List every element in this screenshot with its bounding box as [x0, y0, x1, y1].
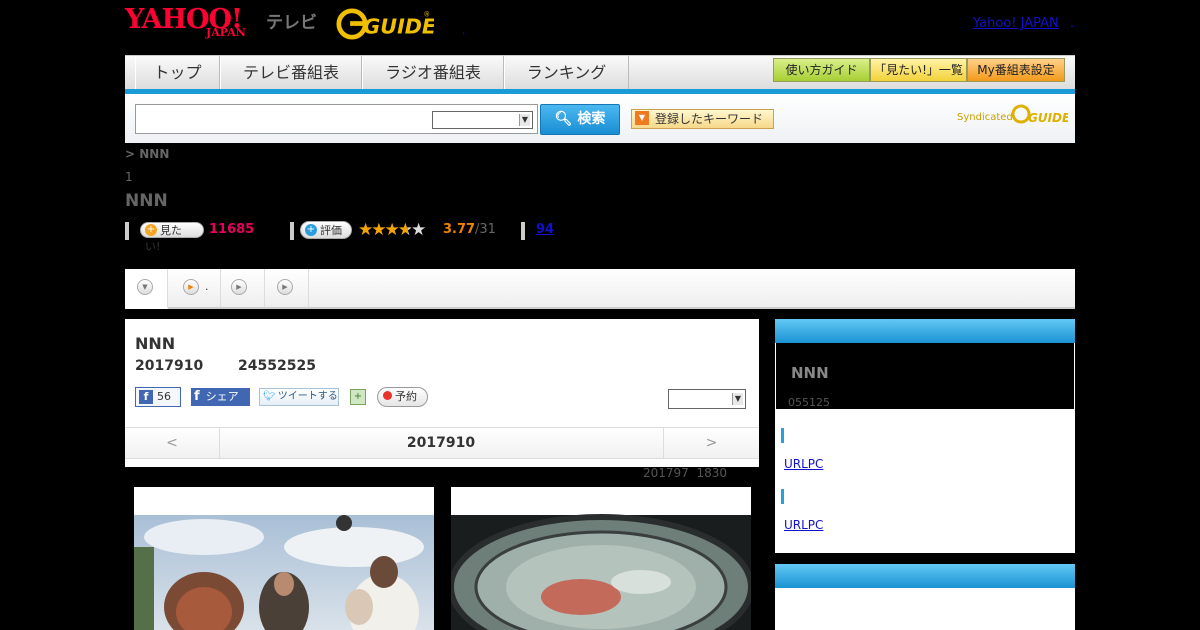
rating-count: /31: [475, 222, 496, 237]
previous-broadcast-date: 201797: [643, 466, 689, 480]
twitter-icon: 🐦︎: [263, 391, 276, 402]
star-half-icon: ★: [397, 220, 413, 240]
tweet-button[interactable]: 🐦︎ ツイートする: [259, 388, 339, 406]
facebook-share-label: シェア: [205, 390, 239, 403]
yahoo-japan-logo-sub: JAPAN: [206, 26, 246, 39]
card-title: NNN: [135, 334, 176, 353]
syndicated-g-text: GUIDE: [1028, 111, 1068, 125]
nav-ranking[interactable]: ランキング: [504, 56, 629, 90]
registered-keyword-label: 登録したキーワード: [655, 112, 764, 126]
divider: [125, 222, 129, 240]
pager-prev-button[interactable]: <: [125, 428, 220, 458]
registered-keyword-button[interactable]: ▼ 登録したキーワード: [631, 109, 774, 129]
chevron-down-icon: ▼: [519, 114, 530, 126]
rating-stars: ★★★★★: [358, 220, 426, 240]
facebook-icon: f: [194, 389, 200, 404]
nav-tv-schedule[interactable]: テレビ番組表: [220, 56, 362, 90]
pager-next-button[interactable]: >: [663, 428, 759, 458]
search-button-label: 検索: [577, 111, 606, 127]
tab-2-label: .: [205, 280, 209, 293]
tab-4[interactable]: ▶: [265, 269, 309, 307]
star-icon: ★: [371, 220, 386, 240]
facebook-share-button[interactable]: f シェア: [191, 388, 250, 406]
want-count: 11685: [209, 222, 255, 237]
chevron-down-icon: ▼: [732, 393, 743, 405]
related-link-1[interactable]: URLPC: [784, 457, 823, 471]
want-list-button[interactable]: 「見たい!」一覧: [870, 58, 967, 82]
breadcrumb: > NNN: [125, 147, 170, 161]
previous-broadcast-time: 1830: [696, 466, 727, 480]
second-panel-header: [775, 564, 1075, 588]
reserve-label: 予約: [395, 390, 417, 403]
triangle-down-icon: ▼: [635, 111, 649, 125]
date-pager: < 2017910 >: [125, 427, 759, 459]
syndicated-gguide-logo: GUIDE: [1012, 104, 1068, 125]
program-title: NNN: [125, 191, 168, 211]
previous-broadcast-info: 201797 1830: [643, 466, 727, 480]
star-icon: ★: [358, 220, 373, 240]
related-panel-title: NNN: [791, 364, 829, 382]
search-icon: 🔍︎: [554, 111, 578, 127]
rate-label: 評価: [320, 224, 342, 237]
facebook-icon: f: [139, 390, 153, 404]
section-tabs: ▼ ▶. ▶ ▶: [125, 269, 1075, 309]
bookmark-icon[interactable]: +: [350, 389, 366, 405]
play-circle-icon: ▶: [183, 279, 199, 295]
tv-label: テレビ: [266, 13, 317, 33]
tweet-label: ツイートする: [277, 391, 338, 402]
related-link-2[interactable]: URLPC: [784, 518, 823, 532]
card-select[interactable]: ▼: [668, 389, 746, 409]
rate-button[interactable]: + 評価: [300, 221, 352, 239]
gguide-logo[interactable]: GUIDE ®: [334, 8, 434, 40]
down-circle-icon: ▼: [137, 279, 153, 295]
divider: [521, 222, 525, 240]
reserve-button[interactable]: 予約: [377, 387, 428, 407]
broadcast-time: 24552525: [238, 358, 316, 374]
related-panel-sub: 055125: [788, 396, 830, 409]
facebook-like-count: 56: [157, 390, 171, 403]
plus-icon: +: [145, 224, 157, 236]
svg-text:®: ®: [424, 10, 431, 18]
search-category-select[interactable]: ▼: [432, 111, 533, 129]
star-empty-icon: ★: [411, 220, 426, 240]
related-panel-header: [775, 319, 1075, 343]
second-panel: [775, 588, 1075, 630]
episode-number: 1: [125, 170, 133, 184]
facebook-like-button[interactable]: f 56: [135, 387, 181, 407]
play-circle-icon: ▶: [277, 279, 293, 295]
main-nav: トップ テレビ番組表 ラジオ番組表 ランキング 使い方ガイド 「見たい!」一覧 …: [125, 55, 1075, 90]
header-dot: .: [462, 24, 466, 37]
tab-3[interactable]: ▶: [221, 269, 265, 307]
broadcast-date: 2017910: [135, 358, 204, 374]
divider: [290, 222, 294, 240]
guide-button[interactable]: 使い方ガイド: [773, 58, 870, 82]
play-circle-icon: ▶: [231, 279, 247, 295]
header-dot-right: .: [1070, 16, 1075, 31]
thumbnail-image-1[interactable]: [134, 487, 434, 630]
rating-value: 3.77: [443, 222, 476, 237]
review-count-link[interactable]: 94: [536, 222, 554, 237]
search-button[interactable]: 🔍︎ 検索: [540, 104, 620, 135]
yahoo-japan-link[interactable]: Yahoo! JAPAN: [973, 16, 1059, 31]
tab-1[interactable]: ▼: [125, 269, 168, 309]
my-schedule-button[interactable]: My番組表設定: [967, 58, 1065, 82]
record-icon: [383, 391, 392, 400]
star-icon: ★: [384, 220, 400, 240]
section-marker: [781, 489, 784, 504]
nav-radio-schedule[interactable]: ラジオ番組表: [362, 56, 504, 90]
want-button[interactable]: + 見たい!: [140, 222, 204, 253]
plus-icon: +: [305, 224, 317, 236]
thumbnail-image-2[interactable]: [451, 487, 751, 630]
section-marker: [781, 428, 784, 443]
pager-date: 2017910: [406, 435, 476, 451]
syndicated-label: Syndicated: [957, 112, 1013, 123]
nav-top[interactable]: トップ: [135, 56, 220, 90]
tab-2[interactable]: ▶.: [168, 269, 221, 307]
